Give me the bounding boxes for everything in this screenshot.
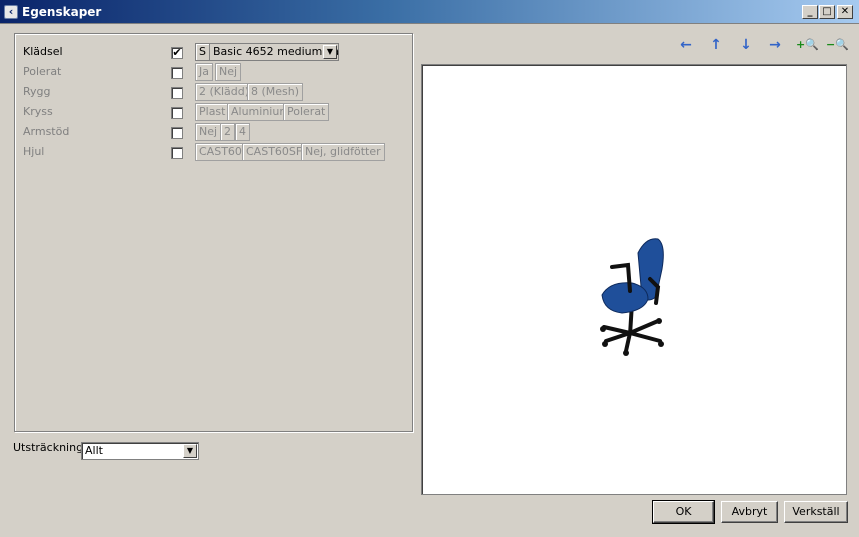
chair-seat [601,282,649,314]
option-polerat-ja[interactable]: Ja [195,63,213,81]
chevron-down-icon[interactable]: ▼ [183,444,197,458]
row-label-armstod: Armstöd [23,125,70,138]
chair-model [600,238,664,356]
arrow-right-icon[interactable]: → [766,36,784,54]
checkbox-rygg[interactable] [171,87,183,99]
chevron-down-icon[interactable]: ▼ [323,45,337,59]
apply-button[interactable]: Verkställ [784,501,848,523]
arrow-up-icon[interactable]: ↑ [707,36,725,54]
zoom-out-icon[interactable]: −🔍 [826,36,849,54]
option-hjul-glidfotter[interactable]: Nej, glidfötter [301,143,385,161]
fabric-select[interactable]: Basic 4652 mediumblå ▼ [209,43,339,61]
option-armstod-4[interactable]: 4 [235,123,250,141]
extent-label: Utsträckning [13,441,84,454]
close-button[interactable]: ✕ [837,5,853,19]
checkbox-hjul[interactable] [171,147,183,159]
maximize-button[interactable]: □ [819,5,835,19]
window-title: Egenskaper [22,5,102,19]
option-kryss-polerat[interactable]: Polerat [283,103,330,121]
extent-select-value: Allt [85,444,103,457]
option-armstod-2[interactable]: 2 [220,123,235,141]
option-armstod-nej[interactable]: Nej [195,123,222,141]
checkbox-kladsel[interactable]: ✔ [171,47,183,59]
row-label-rygg: Rygg [23,85,51,98]
fabric-prefix-button[interactable]: S [195,43,210,61]
model-preview[interactable] [421,64,847,495]
row-label-polerat: Polerat [23,65,62,78]
row-label-hjul: Hjul [23,145,45,158]
extent-select[interactable]: Allt ▼ [81,442,199,460]
title-bar: ‹ Egenskaper _ □ ✕ [0,0,859,24]
option-rygg-mesh[interactable]: 8 (Mesh) [247,83,304,101]
option-kryss-plast[interactable]: Plast [195,103,230,121]
zoom-in-icon[interactable]: +🔍 [796,36,819,54]
checkbox-kryss[interactable] [171,107,183,119]
arrow-left-icon[interactable]: ← [677,36,695,54]
cancel-button[interactable]: Avbryt [721,501,778,523]
row-label-kladsel: Klädsel [23,45,63,58]
option-hjul-cast60[interactable]: CAST60 [195,143,246,161]
checkbox-polerat[interactable] [171,67,183,79]
fabric-select-value: Basic 4652 mediumblå [213,45,340,58]
checkbox-armstod[interactable] [171,127,183,139]
option-polerat-nej[interactable]: Nej [215,63,242,81]
minimize-button[interactable]: _ [802,5,818,19]
row-label-kryss: Kryss [23,105,53,118]
arrow-down-icon[interactable]: ↓ [737,36,755,54]
ok-button[interactable]: OK [652,500,715,524]
option-rygg-kladd[interactable]: 2 (Klädd) [195,83,254,101]
option-hjul-cast60sf[interactable]: CAST60SF [242,143,307,161]
app-icon[interactable]: ‹ [4,5,18,19]
